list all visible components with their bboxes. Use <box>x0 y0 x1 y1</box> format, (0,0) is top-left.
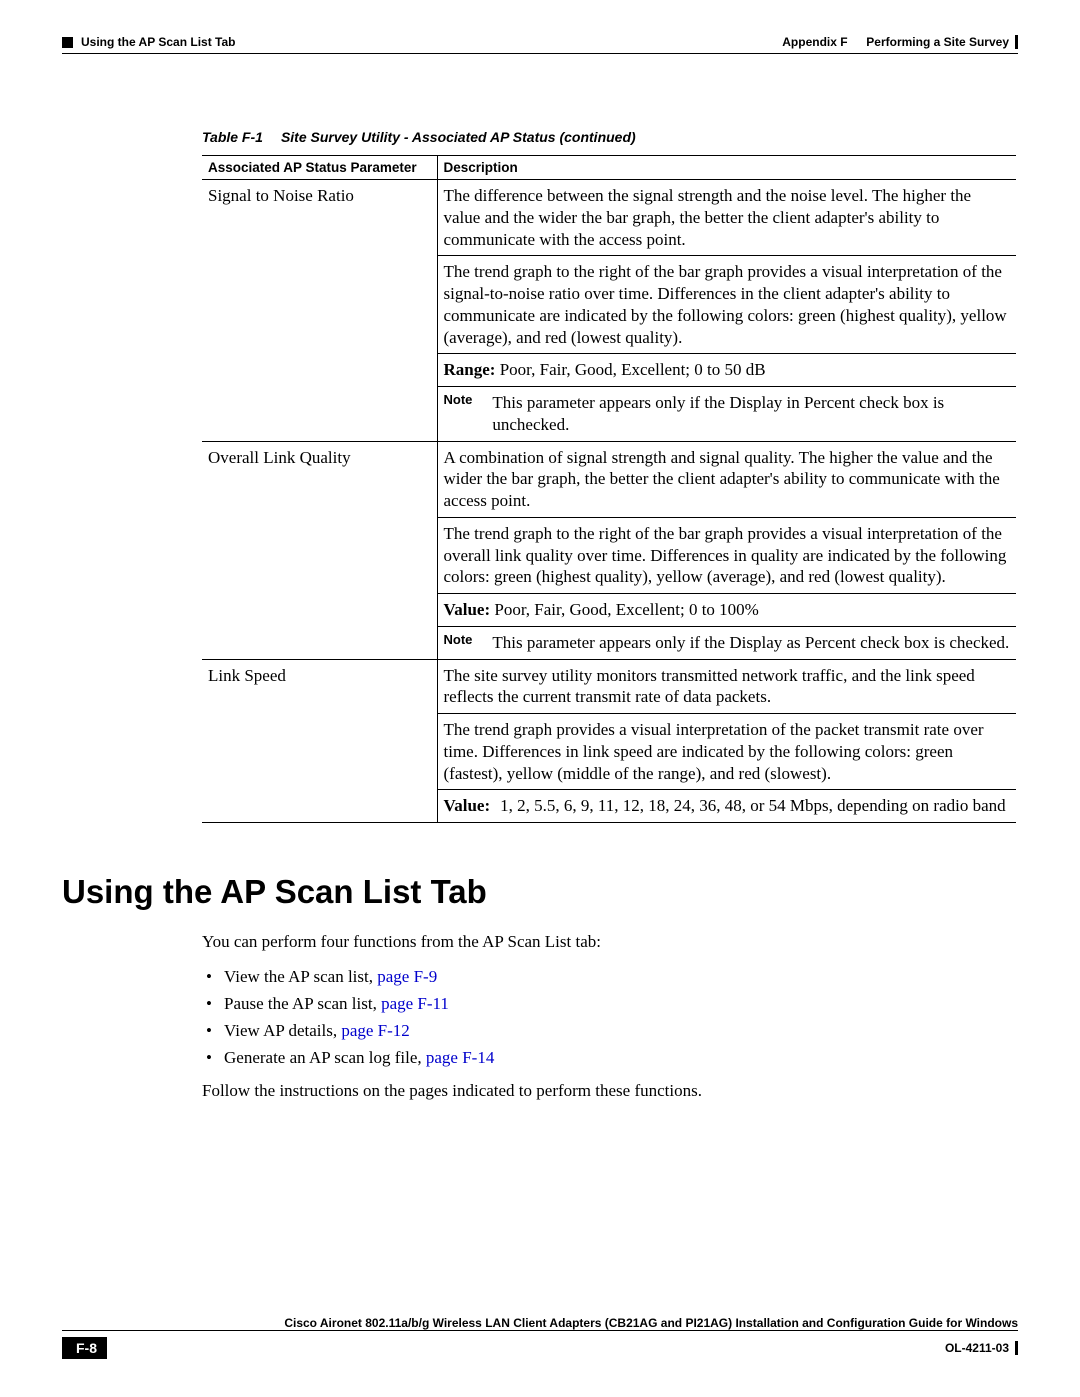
bullet-item: View AP details, page F-12 <box>202 1017 1016 1044</box>
page-number-badge: F-8 <box>62 1337 107 1359</box>
table-caption: Table F-1 Site Survey Utility - Associat… <box>202 129 1016 145</box>
range-value: Poor, Fair, Good, Excellent; 0 to 50 dB <box>500 360 766 379</box>
page-footer: Cisco Aironet 802.11a/b/g Wireless LAN C… <box>62 1316 1018 1359</box>
header-rule <box>62 53 1018 54</box>
note-label: Note <box>444 392 473 409</box>
table-caption-label: Table F-1 <box>202 129 263 145</box>
xref-link[interactable]: page F-9 <box>377 967 437 986</box>
param-link-speed: Link Speed <box>202 659 437 714</box>
footer-rule <box>62 1330 1018 1331</box>
doc-id: OL-4211-03 <box>945 1341 1009 1355</box>
footer-book-title: Cisco Aironet 802.11a/b/g Wireless LAN C… <box>62 1316 1018 1330</box>
xref-link[interactable]: page F-12 <box>341 1021 409 1040</box>
range-label: Range: <box>444 360 496 379</box>
section-heading: Using the AP Scan List Tab <box>62 873 1018 911</box>
bullet-item: Generate an AP scan log file, page F-14 <box>202 1044 1016 1071</box>
desc-ls-p1: The site survey utility monitors transmi… <box>437 659 1016 714</box>
running-header: Using the AP Scan List Tab Appendix F Pe… <box>62 35 1018 49</box>
associated-ap-status-table: Associated AP Status Parameter Descripti… <box>202 155 1016 823</box>
section-intro: You can perform four functions from the … <box>202 931 1016 953</box>
desc-olq-p2: The trend graph to the right of the bar … <box>437 517 1016 593</box>
value-label: Value: <box>444 795 491 817</box>
section-follow: Follow the instructions on the pages ind… <box>202 1080 1016 1102</box>
table-col-header-param: Associated AP Status Parameter <box>202 156 437 180</box>
doc-id-bar-icon <box>1015 1341 1018 1355</box>
desc-ls-p2: The trend graph provides a visual interp… <box>437 714 1016 790</box>
value-label: Value: <box>444 600 491 619</box>
note-label: Note <box>444 632 473 649</box>
desc-olq-value: Value: Poor, Fair, Good, Excellent; 0 to… <box>437 594 1016 627</box>
table-col-header-desc: Description <box>437 156 1016 180</box>
header-end-bar-icon <box>1015 35 1018 49</box>
desc-ls-value: Value: 1, 2, 5.5, 6, 9, 11, 12, 18, 24, … <box>437 790 1016 823</box>
value-text: 1, 2, 5.5, 6, 9, 11, 12, 18, 24, 36, 48,… <box>500 795 1006 817</box>
page-number: F-8 <box>66 1337 107 1359</box>
header-appendix-title: Performing a Site Survey <box>866 35 1009 49</box>
desc-snr-range: Range: Poor, Fair, Good, Excellent; 0 to… <box>437 354 1016 387</box>
param-overall-link-quality: Overall Link Quality <box>202 441 437 517</box>
header-marker-icon <box>62 37 73 48</box>
note-text: This parameter appears only if the Displ… <box>492 632 1009 654</box>
desc-olq-note: Note This parameter appears only if the … <box>437 626 1016 659</box>
desc-snr-p1: The difference between the signal streng… <box>437 180 1016 256</box>
xref-link[interactable]: page F-11 <box>381 994 449 1013</box>
header-appendix-label: Appendix F <box>782 35 847 49</box>
desc-snr-note: Note This parameter appears only if the … <box>437 387 1016 442</box>
header-section-label: Using the AP Scan List Tab <box>81 35 235 49</box>
param-signal-to-noise: Signal to Noise Ratio <box>202 180 437 256</box>
desc-snr-p2: The trend graph to the right of the bar … <box>437 256 1016 354</box>
desc-olq-p1: A combination of signal strength and sig… <box>437 441 1016 517</box>
xref-link[interactable]: page F-14 <box>426 1048 494 1067</box>
note-text: This parameter appears only if the Displ… <box>492 392 1010 436</box>
value-text: Poor, Fair, Good, Excellent; 0 to 100% <box>494 600 758 619</box>
table-caption-title: Site Survey Utility - Associated AP Stat… <box>281 129 636 145</box>
bullet-item: Pause the AP scan list, page F-11 <box>202 990 1016 1017</box>
bullet-item: View the AP scan list, page F-9 <box>202 963 1016 990</box>
